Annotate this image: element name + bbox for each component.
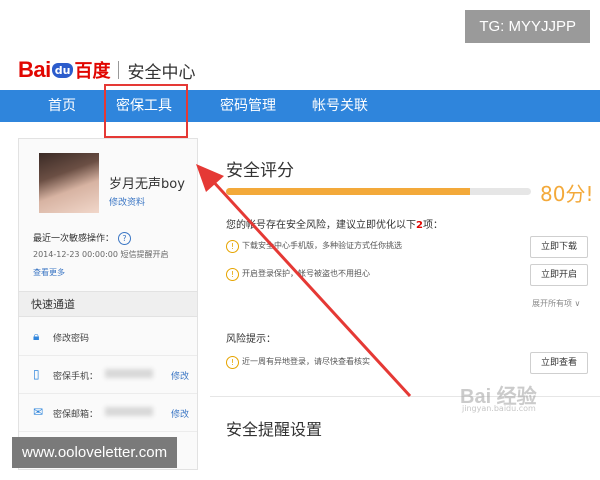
- watermark-tg: TG: MYYJJPP: [465, 10, 590, 43]
- quick-item-label: 密保手机：: [53, 372, 99, 382]
- phone-icon: ▯: [33, 367, 40, 381]
- sidebar: 岁月无声boy 修改资料 最近一次敏感操作：? 2014-12-23 00:00…: [18, 138, 198, 470]
- avatar[interactable]: [39, 153, 99, 213]
- logo-bai: Bai: [18, 57, 51, 82]
- logo-baidu-cn: 百度: [74, 61, 111, 82]
- risk-count: 2: [416, 220, 423, 231]
- last-op-detail: 2014-12-23 00:00:00 短信提醒开启: [33, 250, 169, 259]
- edit-profile-link[interactable]: 修改资料: [109, 195, 145, 208]
- header: Bai du 百度 安全中心: [18, 56, 195, 84]
- mail-icon: ✉︎: [33, 405, 44, 419]
- edit-phone-link[interactable]: 修改: [171, 369, 189, 382]
- security-reminder-title: 安全提醒设置: [226, 420, 323, 439]
- warning-icon: !: [226, 240, 239, 253]
- page-title: 安全中心: [127, 62, 196, 83]
- quick-item-change-password[interactable]: 🔒︎ 修改密码: [19, 319, 197, 356]
- expand-all-link[interactable]: 展开所有项 ∨: [532, 298, 580, 309]
- main-nav: 首页 密保工具 密码管理 帐号关联: [0, 90, 600, 122]
- warning-icon: !: [226, 268, 239, 281]
- risk-summary: 您的帐号存在安全风险，建议立即优化以下2项：: [226, 216, 443, 231]
- baidu-paw-icon: du: [51, 62, 74, 78]
- score-progress-fill: [226, 188, 470, 195]
- view-now-button[interactable]: 立即查看: [530, 352, 588, 374]
- nav-item-home[interactable]: 首页: [48, 90, 76, 122]
- section-divider: [210, 396, 600, 397]
- lock-icon: 🔒︎: [33, 329, 40, 343]
- risk-summary-post: 项：: [422, 220, 443, 231]
- masked-email: [105, 407, 153, 416]
- quick-item-security-email: ✉︎ 密保邮箱： 修改: [19, 395, 197, 432]
- tip-text: 下载安全中心手机版，多种验证方式任你挑选: [242, 241, 402, 250]
- download-now-button[interactable]: 立即下载: [530, 236, 588, 258]
- edit-email-link[interactable]: 修改: [171, 407, 189, 420]
- tip-text: 开启登录保护，帐号被盗也不用担心: [242, 269, 370, 278]
- user-name: 岁月无声boy: [109, 177, 185, 192]
- score-progress-bar: [226, 188, 531, 195]
- nav-item-password[interactable]: 密码管理: [220, 90, 276, 122]
- last-op-label-text: 最近一次敏感操作：: [33, 234, 115, 244]
- see-more-link[interactable]: 查看更多: [33, 267, 65, 278]
- nav-item-account-link[interactable]: 帐号关联: [312, 90, 368, 122]
- risk-tip-title: 风险提示：: [226, 334, 276, 345]
- quick-access-title: 快速通道: [19, 291, 197, 317]
- risk-summary-pre: 您的帐号存在安全风险，建议立即优化以下: [226, 220, 416, 231]
- annotation-arrow-head: [196, 164, 224, 192]
- warning-icon: !: [226, 356, 239, 369]
- tip-text: 近一周有异地登录，请尽快查看核实: [242, 357, 370, 366]
- watermark-jingyan-url: jingyan.baidu.com: [462, 404, 536, 413]
- security-score-title: 安全评分: [226, 161, 294, 181]
- annotation-highlight-box: [104, 84, 188, 138]
- quick-item-security-phone: ▯ 密保手机： 修改: [19, 357, 197, 394]
- last-op-label: 最近一次敏感操作：?: [33, 231, 132, 245]
- quick-item-label: 修改密码: [53, 334, 90, 344]
- header-divider: [118, 61, 120, 79]
- masked-phone: [105, 369, 153, 378]
- help-icon[interactable]: ?: [118, 232, 132, 245]
- score-value: 80分!: [540, 182, 594, 206]
- watermark-url: www.ooloveletter.com: [12, 437, 178, 468]
- quick-item-label: 密保邮箱：: [53, 410, 99, 420]
- enable-now-button[interactable]: 立即开启: [530, 264, 588, 286]
